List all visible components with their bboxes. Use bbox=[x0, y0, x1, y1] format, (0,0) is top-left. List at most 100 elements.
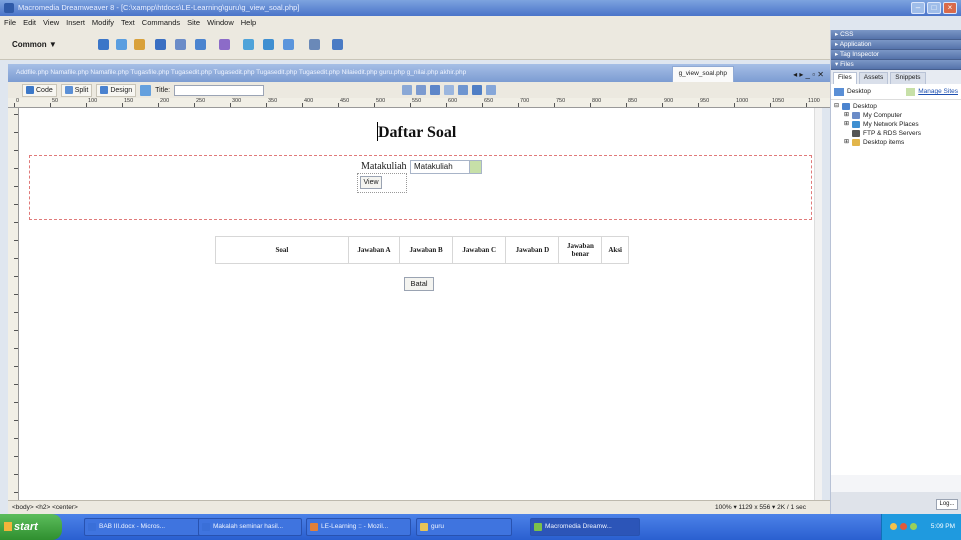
expand-icon[interactable]: ⊞ bbox=[844, 120, 849, 129]
insert-category-dropdown[interactable]: Common ▼ bbox=[12, 40, 57, 49]
document-window-controls[interactable]: ◂ ▸ _ ▫ ✕ bbox=[793, 66, 824, 82]
refresh-icon[interactable] bbox=[430, 85, 441, 95]
maximize-button[interactable]: □ bbox=[927, 2, 941, 14]
soal-table[interactable]: Soal Jawaban A Jawaban B Jawaban C Jawab… bbox=[215, 236, 629, 264]
ruler-number: 500 bbox=[376, 98, 386, 104]
view-options-icon[interactable] bbox=[444, 85, 455, 95]
split-view-button[interactable]: Split bbox=[60, 83, 93, 97]
ruler-tick bbox=[482, 103, 483, 107]
ruler-tick bbox=[14, 330, 18, 331]
page-title[interactable]: Daftar Soal bbox=[378, 124, 456, 142]
check-browser-icon[interactable] bbox=[486, 85, 497, 95]
live-data-icon[interactable] bbox=[140, 84, 152, 96]
table-icon[interactable] bbox=[155, 39, 166, 50]
tab-snippets[interactable]: Snippets bbox=[890, 72, 926, 84]
tab-files[interactable]: Files bbox=[833, 72, 857, 84]
matakuliah-select[interactable]: Matakuliah bbox=[410, 160, 482, 174]
menu-file[interactable]: File bbox=[4, 16, 16, 30]
visual-aids-icon[interactable] bbox=[458, 85, 469, 95]
panel-files[interactable]: ▾ Files bbox=[831, 60, 961, 70]
manage-sites-link[interactable]: Manage Sites bbox=[918, 88, 961, 95]
menu-window[interactable]: Window bbox=[207, 16, 234, 30]
task-guru-folder[interactable]: guru bbox=[416, 518, 512, 536]
tree-item-my-computer[interactable]: ⊞ My Computer bbox=[834, 111, 958, 120]
menu-insert[interactable]: Insert bbox=[66, 16, 85, 30]
ruler-tick bbox=[374, 103, 375, 107]
tree-item-desktop[interactable]: ⊟ Desktop bbox=[834, 102, 958, 111]
tree-item-desktop-items[interactable]: ⊞ Desktop items bbox=[834, 138, 958, 147]
tab-g-view-soal[interactable]: g_view_soal.php bbox=[671, 66, 734, 82]
col-jawaban-benar: Jawaban benar bbox=[558, 236, 603, 264]
col-jawaban-a: Jawaban A bbox=[347, 236, 401, 264]
batal-button[interactable]: Batal bbox=[404, 277, 434, 291]
task-word-makalah[interactable]: Makalah seminar hasil... bbox=[198, 518, 302, 536]
file-management-icon[interactable] bbox=[402, 85, 413, 95]
media-icon[interactable] bbox=[219, 39, 230, 50]
collapse-icon[interactable]: ⊟ bbox=[834, 102, 839, 111]
close-button[interactable]: × bbox=[943, 2, 957, 14]
code-view-label: Code bbox=[36, 86, 53, 94]
named-anchor-icon[interactable] bbox=[134, 39, 145, 50]
task-dreamweaver[interactable]: Macromedia Dreamw... bbox=[530, 518, 640, 536]
layer-icon[interactable] bbox=[175, 39, 186, 50]
clock: 5:09 PM bbox=[930, 523, 955, 530]
ruler-tick bbox=[122, 103, 123, 107]
date-icon[interactable] bbox=[243, 39, 254, 50]
ruler-tick bbox=[14, 168, 18, 169]
tree-item-network-places[interactable]: ⊞ My Network Places bbox=[834, 120, 958, 129]
tab-assets[interactable]: Assets bbox=[858, 72, 889, 84]
panel-tag-inspector[interactable]: ▸ Tag Inspector bbox=[831, 50, 961, 60]
ruler-number: 50 bbox=[52, 98, 59, 104]
tray-icon[interactable] bbox=[890, 523, 897, 530]
tray-icon[interactable] bbox=[910, 523, 917, 530]
menu-commands[interactable]: Commands bbox=[142, 16, 180, 30]
task-label: LE-Learning :: - Mozil... bbox=[321, 523, 389, 530]
tag-chooser-icon[interactable] bbox=[332, 39, 343, 50]
tag-selector[interactable]: <body> <h2> <center> bbox=[12, 504, 78, 511]
minimize-button[interactable]: – bbox=[911, 2, 925, 14]
start-button[interactable]: start bbox=[0, 514, 62, 540]
matakuliah-label: Matakuliah bbox=[361, 161, 407, 172]
menu-view[interactable]: View bbox=[43, 16, 59, 30]
panel-css[interactable]: ▸ CSS bbox=[831, 30, 961, 40]
canvas-scrollbar[interactable] bbox=[814, 108, 822, 500]
expand-icon[interactable]: ⊞ bbox=[844, 138, 849, 147]
task-word-document[interactable]: BAB III.docx - Micros... bbox=[84, 518, 202, 536]
ruler-tick bbox=[194, 103, 195, 107]
comment-icon[interactable] bbox=[283, 39, 294, 50]
design-view-button[interactable]: Design bbox=[96, 83, 137, 97]
menu-text[interactable]: Text bbox=[121, 16, 135, 30]
inactive-tabs[interactable]: Addfile.php Namafile.php Namafile.php Tu… bbox=[16, 69, 466, 76]
server-side-include-icon[interactable] bbox=[263, 39, 274, 50]
hyperlink-icon[interactable] bbox=[98, 39, 109, 50]
menu-modify[interactable]: Modify bbox=[92, 16, 114, 30]
view-button[interactable]: View bbox=[360, 176, 382, 189]
expand-icon[interactable]: ⊞ bbox=[844, 111, 849, 120]
menu-help[interactable]: Help bbox=[241, 16, 256, 30]
log-button[interactable]: Log... bbox=[936, 499, 958, 510]
word-icon bbox=[88, 523, 96, 531]
menu-site[interactable]: Site bbox=[187, 16, 200, 30]
menu-edit[interactable]: Edit bbox=[23, 16, 36, 30]
preview-browser-icon[interactable] bbox=[416, 85, 427, 95]
panel-application[interactable]: ▸ Application bbox=[831, 40, 961, 50]
dropdown-arrow-icon[interactable] bbox=[906, 87, 916, 96]
ruler-tick bbox=[14, 402, 18, 403]
ruler-number: 400 bbox=[304, 98, 314, 104]
code-view-button[interactable]: Code bbox=[22, 83, 57, 97]
tray-icon[interactable] bbox=[900, 523, 907, 530]
task-firefox[interactable]: LE-Learning :: - Mozil... bbox=[306, 518, 411, 536]
split-view-label: Split bbox=[74, 86, 89, 94]
tree-item-label: FTP & RDS Servers bbox=[863, 130, 922, 137]
templates-icon[interactable] bbox=[309, 39, 320, 50]
email-link-icon[interactable] bbox=[116, 39, 127, 50]
validate-markup-icon[interactable] bbox=[472, 85, 483, 95]
ruler-number: 1050 bbox=[772, 98, 785, 104]
ruler-tick bbox=[14, 276, 18, 277]
tree-item-ftp-servers[interactable]: FTP & RDS Servers bbox=[834, 129, 958, 138]
ruler-number: 650 bbox=[484, 98, 494, 104]
document-title-field[interactable] bbox=[174, 84, 265, 96]
images-icon[interactable] bbox=[195, 39, 206, 50]
site-dropdown[interactable]: Desktop bbox=[847, 88, 871, 95]
ruler-tick bbox=[14, 420, 18, 421]
